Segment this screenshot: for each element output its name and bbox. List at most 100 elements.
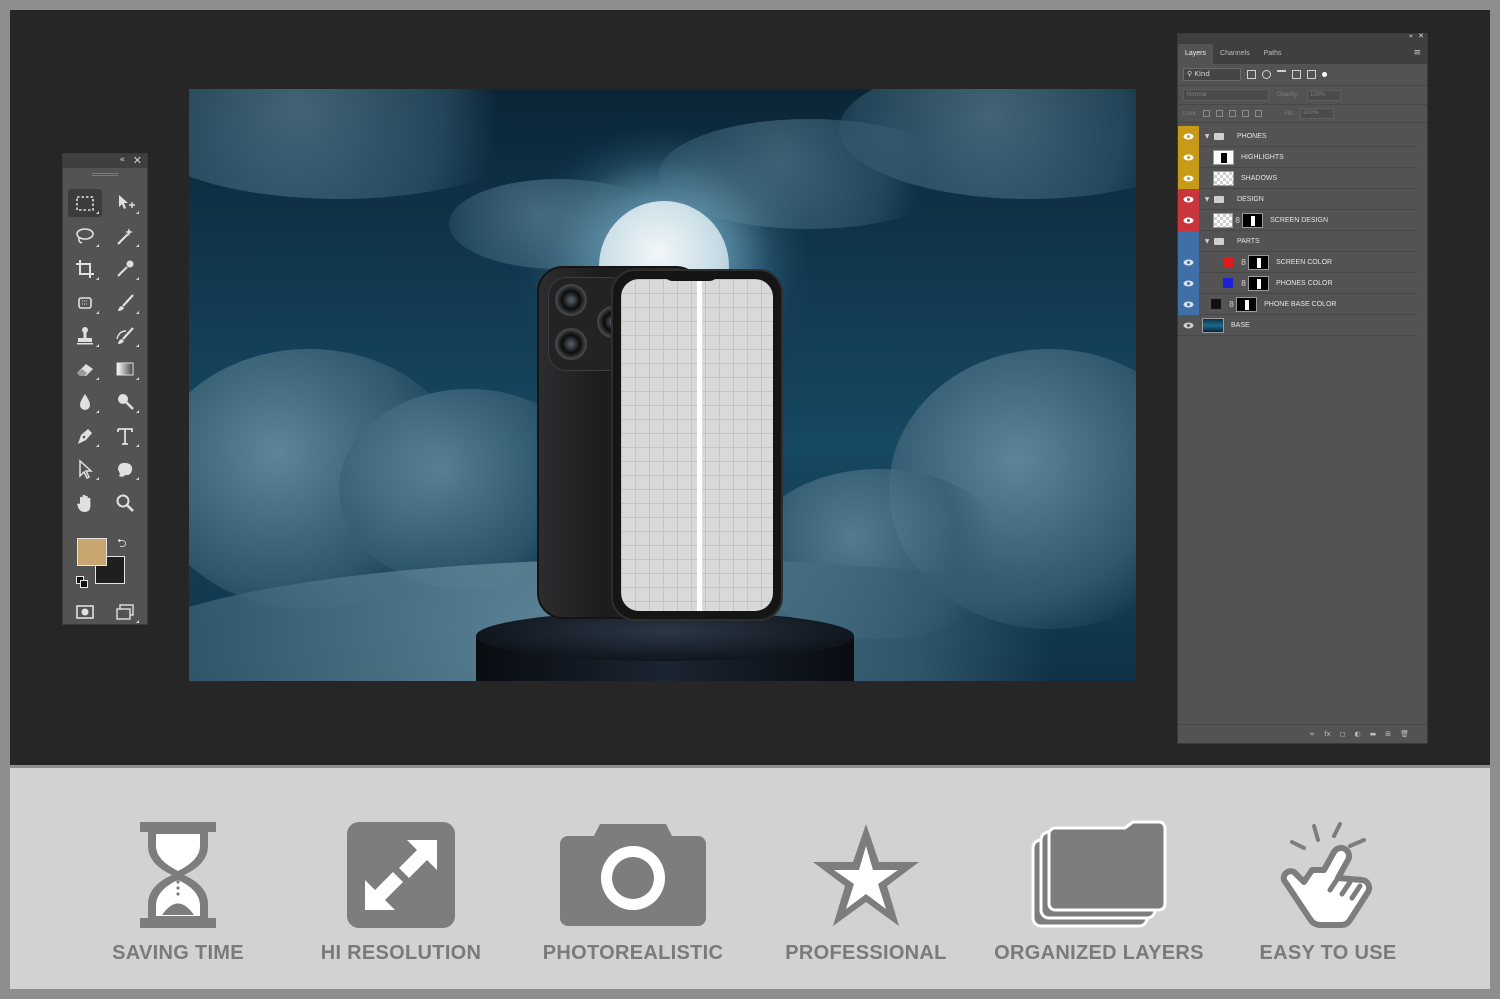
brush-tool[interactable] — [108, 289, 142, 317]
brush-icon — [118, 294, 134, 311]
fx-icon[interactable]: fx — [1324, 730, 1331, 738]
layer-row-highlights[interactable]: HIGHLIGHTS — [1178, 146, 1417, 168]
lock-all-icon[interactable] — [1255, 110, 1263, 117]
visibility-eye-icon[interactable] — [1178, 209, 1199, 231]
zoom-tool[interactable] — [108, 489, 142, 517]
gradient-tool[interactable] — [108, 355, 142, 383]
new-layer-icon[interactable]: ⊞ — [1385, 730, 1391, 738]
tab-paths[interactable]: Paths — [1257, 44, 1289, 64]
visibility-toggle-empty[interactable] — [1178, 230, 1199, 252]
blur-tool[interactable] — [68, 388, 102, 416]
lock-artboard-icon[interactable] — [1242, 110, 1250, 117]
layer-row-design[interactable]: ▼ DESIGN — [1178, 188, 1417, 210]
lock-pixels-icon[interactable] — [1216, 110, 1224, 117]
move-tool[interactable] — [108, 189, 142, 217]
tools-panel-grip[interactable] — [92, 173, 118, 176]
swap-colors-icon[interactable]: ⮌ — [117, 534, 127, 555]
eraser-tool[interactable] — [68, 355, 102, 383]
close-icon[interactable]: ✕ — [1418, 32, 1424, 40]
document-canvas[interactable] — [189, 89, 1136, 681]
tab-layers[interactable]: Layers — [1178, 44, 1214, 64]
lock-transparent-icon[interactable] — [1203, 110, 1211, 117]
filter-adjustment-icon[interactable] — [1262, 70, 1271, 79]
spot-healing-tool[interactable] — [68, 289, 102, 317]
tab-channels[interactable]: Channels — [1213, 44, 1257, 64]
layer-row-parts[interactable]: ▼ PARTS — [1178, 230, 1417, 252]
visibility-eye-icon[interactable] — [1178, 125, 1199, 147]
filter-pixel-icon[interactable] — [1247, 70, 1256, 79]
clone-stamp-tool[interactable] — [68, 322, 102, 350]
link-icon[interactable]: 8 — [1241, 258, 1246, 267]
foreground-color-swatch[interactable] — [77, 538, 107, 566]
panel-menu-icon[interactable]: ≡ — [1413, 48, 1421, 58]
filter-toggle-icon[interactable] — [1322, 72, 1327, 77]
feature-label: ORGANIZED LAYERS — [994, 942, 1204, 964]
layer-name: SCREEN DESIGN — [1270, 216, 1329, 224]
filter-shape-icon[interactable] — [1292, 70, 1301, 79]
link-icon[interactable]: 8 — [1235, 216, 1240, 225]
opacity-input[interactable]: 100% — [1307, 89, 1342, 101]
custom-shape-tool[interactable] — [108, 455, 142, 483]
layer-row-shadows[interactable]: SHADOWS — [1178, 167, 1417, 189]
lasso-tool[interactable] — [68, 222, 102, 250]
layer-row-screen-color[interactable]: 8 SCREEN COLOR — [1178, 251, 1417, 273]
feature-label: EASY TO USE — [1259, 942, 1397, 964]
collapse-icon[interactable]: « — [1409, 32, 1413, 40]
visibility-eye-icon[interactable] — [1178, 272, 1199, 294]
layers-panel: « ✕ Layers Channels Paths ≡ ⚲ Kind Norma… — [1177, 32, 1428, 744]
dodge-tool[interactable] — [108, 388, 142, 416]
eyedropper-tool[interactable] — [108, 255, 142, 283]
crop-tool[interactable] — [68, 255, 102, 283]
blend-mode-select[interactable]: Normal — [1183, 89, 1269, 101]
folder-icon — [1214, 237, 1224, 245]
screen-mode-button[interactable] — [108, 598, 142, 626]
layer-row-phones-color[interactable]: 8 PHONES COLOR — [1178, 272, 1417, 294]
adjustment-icon[interactable]: ◐ — [1355, 730, 1361, 738]
close-icon[interactable]: ✕ — [133, 154, 142, 167]
quick-mask-button[interactable] — [68, 598, 102, 626]
visibility-eye-icon[interactable] — [1178, 146, 1199, 168]
new-group-icon[interactable]: ▬ — [1370, 730, 1377, 738]
visibility-eye-icon[interactable] — [1178, 251, 1199, 273]
filter-kind-select[interactable]: ⚲ Kind — [1183, 68, 1241, 81]
group-expand-icon[interactable]: ▼ — [1203, 196, 1211, 203]
link-layers-icon[interactable]: ∞ — [1309, 730, 1315, 738]
visibility-eye-icon[interactable] — [1178, 293, 1199, 315]
link-icon[interactable]: 8 — [1241, 279, 1246, 288]
rectangular-marquee-tool[interactable] — [68, 189, 102, 217]
tap-hand-icon — [1280, 822, 1373, 928]
visibility-eye-icon[interactable] — [1178, 188, 1199, 210]
stamp-icon — [77, 327, 93, 345]
filter-smart-object-icon[interactable] — [1307, 70, 1316, 79]
hand-tool[interactable] — [68, 489, 102, 517]
magic-wand-tool[interactable] — [108, 222, 142, 250]
lock-position-icon[interactable] — [1229, 110, 1237, 117]
add-mask-icon[interactable]: ◻ — [1340, 730, 1346, 738]
layer-row-base[interactable]: BASE — [1178, 315, 1417, 336]
layer-row-phone-base-color[interactable]: 8 PHONE BASE COLOR — [1178, 293, 1417, 315]
screen-mode-icon — [116, 604, 134, 620]
tools-panel-header[interactable]: « ✕ — [63, 154, 147, 168]
phone-notch — [663, 271, 719, 281]
delete-layer-icon[interactable]: 🗑 — [1400, 730, 1409, 738]
visibility-eye-icon[interactable] — [1178, 315, 1199, 336]
screen-center-line — [697, 279, 702, 611]
history-brush-tool[interactable] — [108, 322, 142, 350]
fill-input[interactable]: 100% — [1299, 108, 1334, 119]
layers-panel-titlebar[interactable]: « ✕ — [1178, 32, 1427, 42]
default-colors-icon[interactable] — [76, 576, 88, 588]
type-tool[interactable] — [108, 422, 142, 450]
group-expand-icon[interactable]: ▼ — [1203, 133, 1211, 140]
link-icon[interactable]: 8 — [1229, 300, 1234, 309]
group-expand-icon[interactable]: ▼ — [1203, 238, 1211, 245]
layer-row-phones[interactable]: ▼ PHONES — [1178, 125, 1417, 147]
visibility-eye-icon[interactable] — [1178, 167, 1199, 189]
path-selection-tool[interactable] — [68, 455, 102, 483]
layer-row-screen-design[interactable]: 8 SCREEN DESIGN — [1178, 209, 1417, 231]
collapse-icon[interactable]: « — [119, 155, 125, 165]
layer-mask-thumbnail — [1236, 296, 1258, 312]
fill-color-swatch — [1211, 299, 1221, 309]
gradient-icon — [116, 362, 134, 376]
filter-type-icon[interactable] — [1277, 70, 1286, 79]
pen-tool[interactable] — [68, 422, 102, 450]
